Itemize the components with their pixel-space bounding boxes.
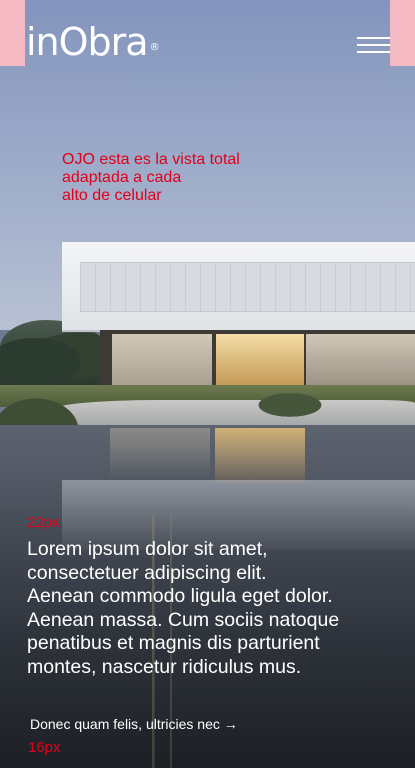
mobile-screen: inObra ® OJO esta es la vista total adapt… [0,0,415,768]
building-glass-window [216,334,304,386]
hamburger-menu-icon[interactable] [357,34,390,56]
headline-size-label: 22px [27,514,60,531]
logo[interactable]: inObra ® [26,20,160,64]
logo-text: inObra [26,20,149,64]
building-facade-band [80,262,415,312]
registered-mark: ® [149,42,160,53]
hero-headline: Lorem ipsum dolor sit amet, consectetuer… [27,538,407,679]
note-line: OJO esta es la vista total [62,151,240,168]
headline-line: penatibus et magnis dis parturient [27,632,320,654]
note-line: alto de celular [62,187,162,204]
headline-line: Aenean massa. Cum sociis natoque [27,608,340,631]
viewport-note: OJO esta es la vista total adaptada a ca… [62,151,322,205]
headline-line: consectetuer adipiscing elit. [27,561,267,584]
water-reflection [110,428,210,478]
headline-line: montes, nascetur ridiculus mus. [27,655,302,678]
water-reflection [215,428,305,483]
trees [0,320,115,390]
bushes [250,390,330,420]
menu-line [357,51,390,53]
headline-line: Lorem ipsum dolor sit amet, [27,538,268,560]
building-wall-right [306,334,415,386]
menu-line [357,37,390,39]
margin-marker-left [0,0,25,66]
building-wall-left [112,334,212,386]
margin-marker-right [390,0,415,66]
note-line: adaptada a cada [62,169,182,186]
headline-line: Aenean commodo ligula eget dolor. [27,585,333,607]
link-size-label: 16px [28,739,61,756]
menu-line [357,44,390,46]
hero-cta-link[interactable]: Donec quam felis, ultricies nec → [30,715,238,733]
